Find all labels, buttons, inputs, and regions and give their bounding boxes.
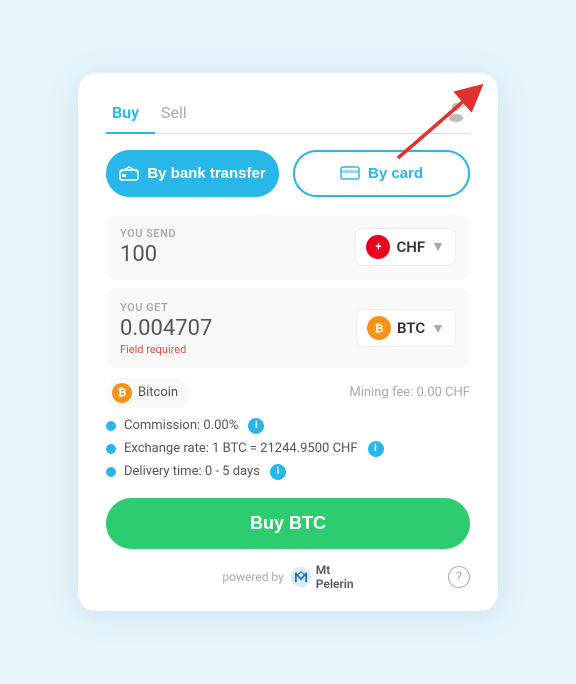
send-currency-select[interactable]: + CHF ▼: [355, 228, 456, 266]
delivery-time-dot: [106, 467, 116, 477]
brand-name: MtPelerin: [316, 563, 354, 592]
get-currency-select[interactable]: ₿ BTC ▼: [356, 309, 456, 347]
delivery-time-info-icon[interactable]: i: [270, 464, 286, 480]
tab-buy[interactable]: Buy: [106, 97, 155, 134]
send-field-left: YOU SEND 100: [120, 227, 176, 267]
commission-text: Commission: 0.00%: [124, 418, 238, 433]
tabs: Buy Sell: [106, 97, 203, 134]
send-section: YOU SEND 100 + CHF ▼: [106, 215, 470, 279]
help-icon[interactable]: ?: [448, 566, 470, 588]
bank-transfer-label: By bank transfer: [147, 165, 265, 182]
delivery-time-item: Delivery time: 0 - 5 days i: [106, 464, 470, 480]
mt-pelerin-logo: MtPelerin: [290, 563, 354, 592]
get-field-left: YOU GET 0.004707 Field required: [120, 301, 212, 356]
send-currency-chevron-icon: ▼: [431, 238, 445, 255]
buy-button[interactable]: Buy BTC: [106, 498, 470, 549]
send-currency-code: CHF: [396, 238, 425, 256]
main-card: Buy Sell By bank transfer: [78, 73, 498, 612]
get-amount[interactable]: 0.004707: [120, 316, 212, 341]
exchange-rate-dot: [106, 444, 116, 454]
user-icon[interactable]: [442, 97, 470, 125]
top-bar: Buy Sell: [106, 97, 470, 134]
info-row: ₿ Bitcoin Mining fee: 0.00 CHF: [106, 378, 470, 408]
send-label: YOU SEND: [120, 227, 176, 240]
coin-name: Bitcoin: [138, 385, 178, 400]
bitcoin-icon: ₿: [112, 383, 132, 403]
mining-fee-text: Mining fee: 0.00 CHF: [349, 385, 470, 400]
exchange-rate-item: Exchange rate: 1 BTC = 21244.9500 CHF i: [106, 441, 470, 457]
get-currency-chevron-icon: ▼: [431, 320, 445, 337]
commission-info-icon[interactable]: i: [248, 418, 264, 434]
chf-flag-icon: +: [366, 235, 390, 259]
get-label: YOU GET: [120, 301, 212, 314]
card-button[interactable]: By card: [293, 150, 470, 197]
powered-by-text: powered by: [222, 570, 283, 584]
bitcoin-badge[interactable]: ₿ Bitcoin: [106, 378, 190, 408]
footer: powered by MtPelerin ?: [106, 563, 470, 592]
user-icon-wrap: [442, 97, 470, 125]
bank-transfer-button[interactable]: By bank transfer: [106, 150, 279, 197]
details-list: Commission: 0.00% i Exchange rate: 1 BTC…: [106, 418, 470, 480]
field-required-text: Field required: [120, 343, 212, 356]
btc-flag-icon: ₿: [367, 316, 391, 340]
get-currency-code: BTC: [397, 319, 425, 337]
tab-sell[interactable]: Sell: [155, 97, 203, 134]
send-amount[interactable]: 100: [120, 242, 176, 267]
card-label: By card: [368, 165, 423, 182]
exchange-rate-info-icon[interactable]: i: [368, 441, 384, 457]
commission-dot: [106, 421, 116, 431]
exchange-rate-text: Exchange rate: 1 BTC = 21244.9500 CHF: [124, 441, 358, 456]
delivery-time-text: Delivery time: 0 - 5 days: [124, 464, 260, 479]
commission-item: Commission: 0.00% i: [106, 418, 470, 434]
payment-method-buttons: By bank transfer By card: [106, 150, 470, 197]
get-section: YOU GET 0.004707 Field required ₿ BTC ▼: [106, 289, 470, 368]
